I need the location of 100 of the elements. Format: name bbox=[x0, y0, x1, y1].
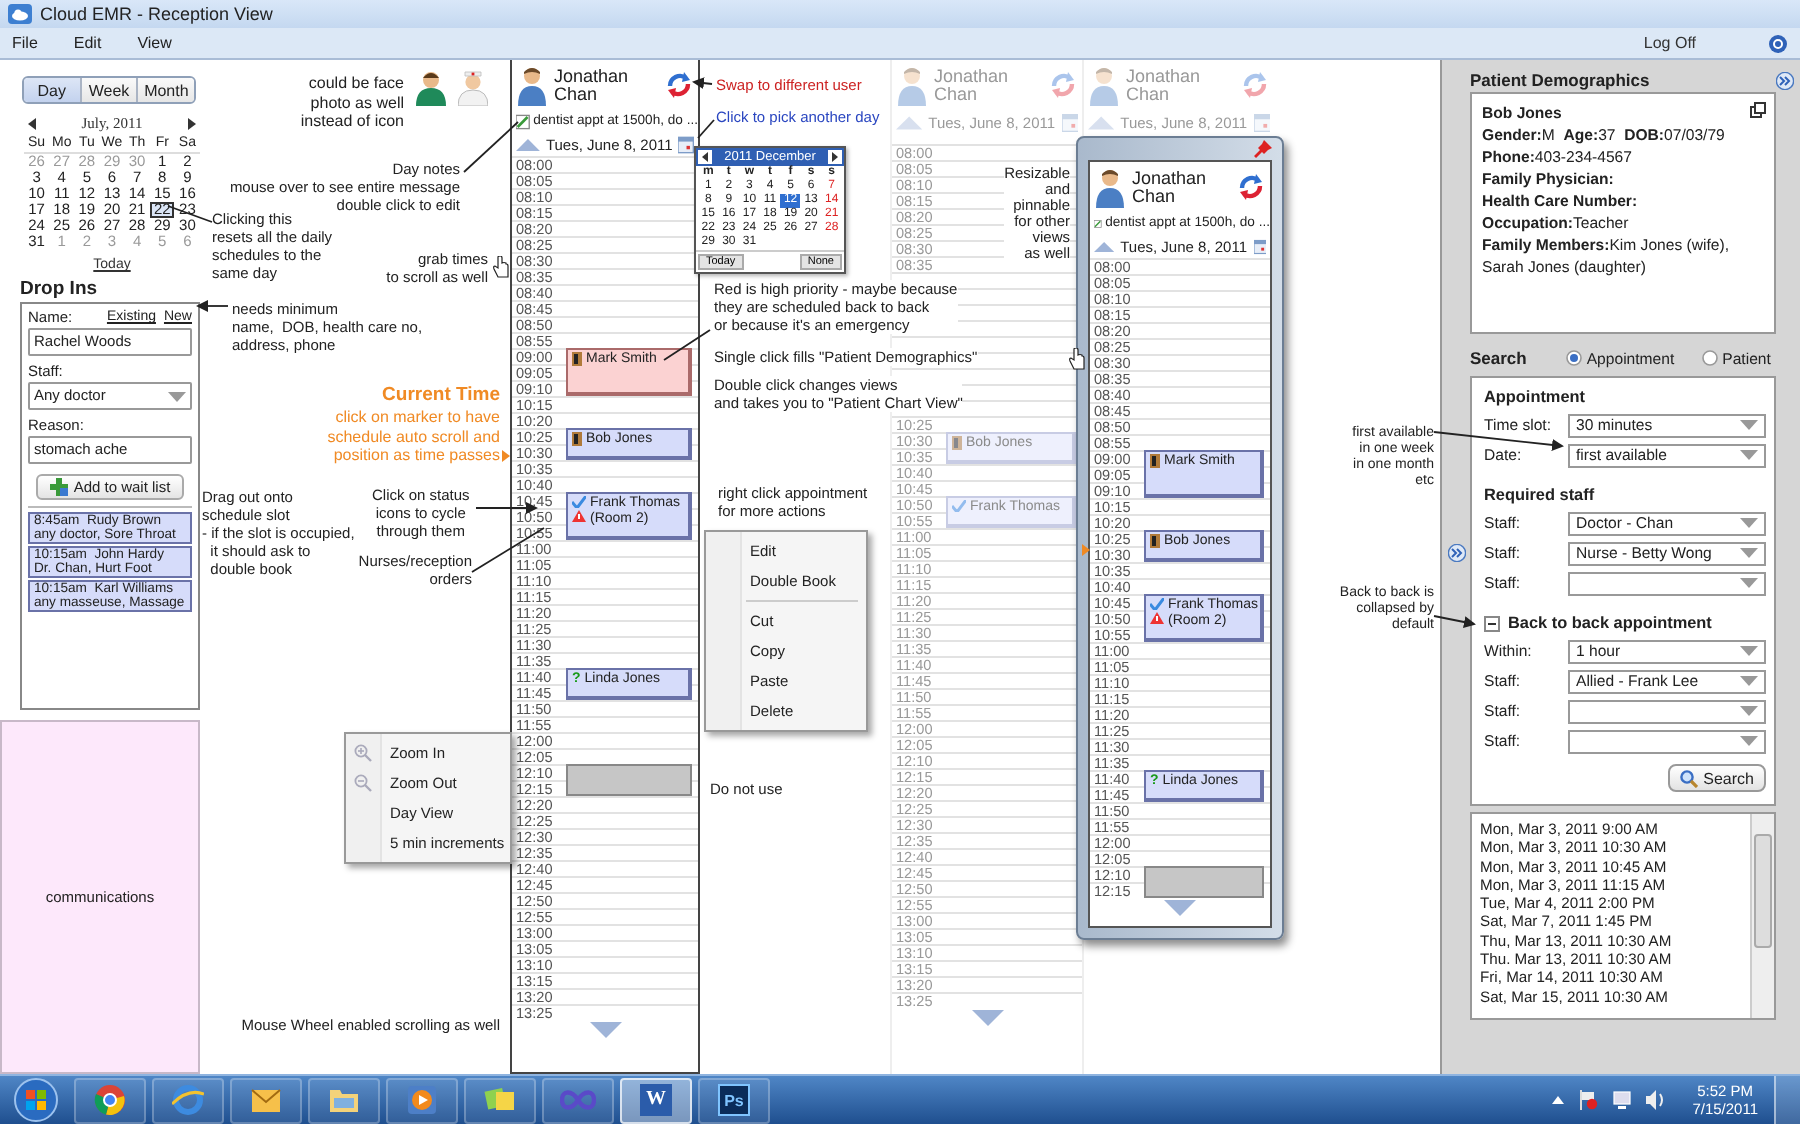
network-icon[interactable] bbox=[1612, 1090, 1633, 1110]
show-desktop-button[interactable] bbox=[1774, 1076, 1800, 1124]
search-icon bbox=[1679, 769, 1698, 787]
blocked-slot[interactable] bbox=[1144, 866, 1264, 898]
caret-icon bbox=[168, 391, 186, 401]
menu-item[interactable]: File bbox=[8, 34, 38, 52]
pop-out-icon[interactable] bbox=[1750, 102, 1766, 118]
expand-icon[interactable] bbox=[1448, 544, 1466, 562]
collapse-icon[interactable] bbox=[1484, 616, 1500, 632]
scrollbar[interactable] bbox=[1750, 814, 1774, 1018]
show-hidden-icons[interactable] bbox=[1552, 1096, 1565, 1104]
person-icon bbox=[518, 65, 546, 105]
check-icon[interactable] bbox=[572, 496, 586, 508]
leader-line bbox=[697, 119, 715, 139]
dropdown[interactable] bbox=[1568, 699, 1766, 723]
arrow bbox=[196, 300, 229, 312]
person-icon bbox=[416, 70, 446, 106]
scroll-up-icon[interactable] bbox=[1094, 239, 1115, 253]
taskbar-button[interactable] bbox=[386, 1077, 458, 1123]
dropdown[interactable] bbox=[1568, 729, 1766, 753]
leader-line bbox=[463, 121, 519, 173]
log-off-link[interactable]: Log Off bbox=[1643, 34, 1696, 52]
caret-icon bbox=[1740, 578, 1758, 588]
start-button[interactable] bbox=[14, 1078, 58, 1122]
envelope-icon bbox=[250, 1084, 282, 1116]
taskbar-button[interactable] bbox=[152, 1077, 224, 1123]
infinity-icon bbox=[560, 1088, 596, 1112]
caret-icon bbox=[1740, 450, 1758, 460]
help-icon[interactable] bbox=[1768, 33, 1788, 53]
folder-icon bbox=[328, 1084, 360, 1116]
calendar-icon[interactable] bbox=[678, 135, 694, 153]
view-tab[interactable]: Month bbox=[138, 78, 194, 102]
dropdown[interactable] bbox=[1568, 571, 1766, 595]
scroll-up-icon[interactable] bbox=[516, 137, 540, 151]
section-title: Search bbox=[1470, 348, 1527, 368]
section-title: Patient Demographics bbox=[1470, 70, 1652, 92]
search-button[interactable]: Search bbox=[1667, 764, 1766, 792]
caret-icon bbox=[1740, 706, 1758, 716]
user-name: Jonathan Chan bbox=[1126, 67, 1203, 103]
radio-icon[interactable] bbox=[1566, 350, 1583, 366]
taskbar-button[interactable]: Ps bbox=[698, 1077, 770, 1123]
annotation: Current Time click on marker to have schedule auto scroll and position as time passes bbox=[327, 384, 500, 465]
pencil-icon[interactable] bbox=[516, 113, 530, 129]
menu-item[interactable]: View bbox=[133, 34, 172, 52]
blocked-slot[interactable] bbox=[566, 764, 692, 796]
chart-icon[interactable] bbox=[1150, 534, 1160, 548]
group-heading: Back to back appointment bbox=[1508, 612, 1712, 636]
tiles-icon bbox=[484, 1084, 516, 1116]
previous-month-icon[interactable] bbox=[698, 150, 712, 164]
next-month-icon[interactable] bbox=[186, 117, 196, 129]
taskbar-button[interactable] bbox=[464, 1077, 536, 1123]
user-name: Jonathan Chan bbox=[1132, 169, 1209, 205]
swap-icon[interactable] bbox=[1238, 174, 1264, 200]
chart-icon[interactable] bbox=[572, 432, 582, 446]
next-month-icon[interactable] bbox=[828, 150, 842, 164]
person-icon bbox=[1090, 65, 1118, 105]
previous-month-icon[interactable] bbox=[28, 117, 38, 129]
taskbar-button[interactable] bbox=[230, 1077, 302, 1123]
swap-icon[interactable] bbox=[666, 72, 692, 98]
user-name: Jonathan Chan bbox=[934, 67, 1011, 103]
radio-icon[interactable] bbox=[1702, 350, 1719, 366]
section-title: Drop Ins bbox=[20, 278, 100, 302]
menu-item[interactable]: Edit bbox=[69, 34, 102, 52]
caret-icon bbox=[1740, 736, 1758, 746]
check-icon[interactable] bbox=[952, 500, 966, 512]
caret-icon bbox=[1740, 518, 1758, 528]
group-heading: Required staff bbox=[1484, 484, 1597, 508]
person-icon bbox=[1096, 167, 1124, 207]
browser-icon bbox=[94, 1084, 126, 1116]
volume-icon[interactable] bbox=[1646, 1090, 1667, 1110]
arrow bbox=[1433, 431, 1564, 451]
taskbar-button[interactable] bbox=[74, 1077, 146, 1123]
taskbar-button[interactable] bbox=[542, 1077, 614, 1123]
scroll-down-icon[interactable] bbox=[971, 1010, 1003, 1026]
caret-icon bbox=[1740, 676, 1758, 686]
arrow bbox=[692, 77, 713, 90]
view-tab[interactable]: Day bbox=[24, 78, 82, 102]
chart-icon[interactable] bbox=[1150, 454, 1160, 468]
calendar-icon[interactable] bbox=[1253, 237, 1266, 255]
flag-icon[interactable] bbox=[1578, 1090, 1599, 1110]
pin-icon[interactable] bbox=[1254, 140, 1272, 158]
scroll-down-icon[interactable] bbox=[589, 1022, 621, 1038]
view-tab[interactable]: Week bbox=[81, 78, 139, 102]
pencil-icon[interactable] bbox=[1094, 215, 1102, 231]
warning-icon[interactable] bbox=[1150, 612, 1164, 624]
check-icon[interactable] bbox=[1150, 598, 1164, 610]
annotation: could be face photo as well instead of icon bbox=[300, 74, 404, 131]
hand-cursor-icon bbox=[492, 256, 510, 278]
expand-icon[interactable] bbox=[1776, 72, 1794, 90]
caret-icon bbox=[1740, 420, 1758, 430]
globe-icon bbox=[172, 1084, 204, 1116]
zoom-out-icon bbox=[354, 774, 372, 792]
taskbar-button[interactable]: W bbox=[620, 1077, 692, 1123]
play-icon bbox=[406, 1084, 438, 1116]
cloud-icon bbox=[8, 4, 32, 24]
chart-icon[interactable] bbox=[572, 352, 582, 366]
warning-icon[interactable] bbox=[572, 510, 586, 522]
user-name: Jonathan Chan bbox=[554, 67, 631, 103]
group-heading: Appointment bbox=[1484, 386, 1587, 410]
taskbar-button[interactable] bbox=[308, 1077, 380, 1123]
